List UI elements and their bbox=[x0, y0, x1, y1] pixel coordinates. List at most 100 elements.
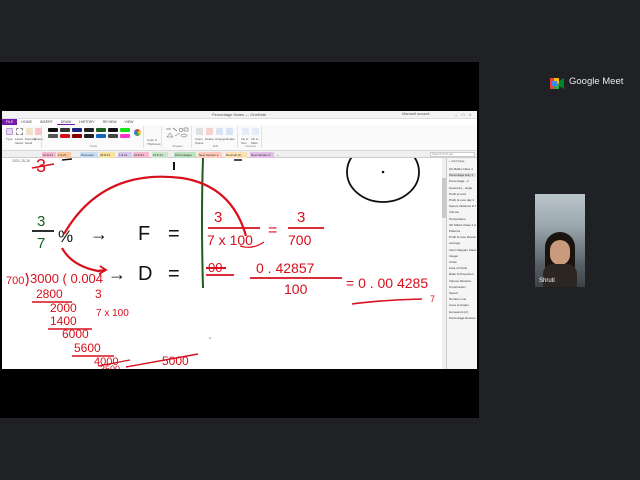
page-list-item[interactable]: Circle bbox=[449, 260, 476, 264]
page-list-item[interactable]: Patterns bbox=[449, 229, 476, 233]
account-label[interactable]: Microsoft account bbox=[402, 112, 429, 116]
pen-red-icon[interactable] bbox=[60, 134, 70, 138]
window-title: Percentage Notes — OneNote bbox=[212, 112, 267, 117]
arrow-to-d: → bbox=[108, 264, 126, 284]
pen-blue-icon[interactable] bbox=[96, 134, 106, 138]
page-list-item[interactable]: Area of Circle bbox=[449, 266, 476, 270]
page-list-item[interactable]: Speed bbox=[449, 291, 476, 295]
page-list-item[interactable]: Average bbox=[449, 241, 476, 245]
page-list-item[interactable]: Volume bbox=[449, 210, 476, 214]
stray-dot bbox=[209, 337, 211, 339]
pen-black2-icon[interactable] bbox=[108, 128, 118, 132]
pen-green-icon[interactable] bbox=[96, 128, 106, 132]
page-list-item[interactable]: Lines & Angles bbox=[449, 303, 476, 307]
d-result: = 0 . 00 4285 bbox=[346, 275, 428, 291]
division-quotient-note: 3 bbox=[95, 287, 102, 301]
page-list-item[interactable]: Gk Maths Class 4 bbox=[449, 167, 476, 171]
equals-f: = bbox=[168, 223, 180, 245]
ribbon-group-pens: Tools bbox=[44, 126, 144, 148]
shared-screen: Percentage Notes — OneNote Microsoft acc… bbox=[0, 62, 479, 418]
pen-navy-icon[interactable] bbox=[72, 128, 82, 132]
color-palette-icon[interactable] bbox=[134, 129, 141, 136]
ribbon-group-shapes: Shapes bbox=[164, 126, 192, 148]
type-label: Type bbox=[6, 137, 13, 141]
division-divisor: 700 bbox=[6, 275, 24, 287]
page-list-item[interactable]: Homework (2) bbox=[449, 310, 476, 314]
equals-d: = bbox=[168, 263, 180, 285]
handwritten-ink: 3 3 7 % → F = 3 7 x 100 = 3 700 → D = 00… bbox=[6, 158, 435, 369]
insert-space-icon[interactable] bbox=[196, 128, 203, 135]
maximize-icon[interactable]: □ bbox=[460, 112, 466, 117]
pen-black3-icon[interactable] bbox=[84, 134, 94, 138]
drawn-circle bbox=[346, 158, 420, 203]
page-list-item[interactable]: Integer bbox=[449, 254, 476, 258]
fraction-denominator: 7 bbox=[37, 235, 45, 252]
onenote-window: Percentage Notes — OneNote Microsoft acc… bbox=[2, 111, 477, 369]
page-list-item[interactable]: Temperature bbox=[449, 217, 476, 221]
division-step1: 2800 bbox=[36, 287, 63, 301]
meet-stage: Google Meet Percentage Notes — OneNote M… bbox=[0, 0, 640, 480]
hand-icon[interactable] bbox=[26, 128, 33, 135]
ribbon-group-convert: Ink to Text Ink to Math Convert bbox=[240, 126, 262, 148]
red-arc-to-decimal bbox=[61, 247, 107, 273]
pen-black-icon[interactable] bbox=[48, 128, 58, 132]
page-list-item[interactable]: Volume Revision bbox=[449, 279, 476, 283]
participant-tile[interactable]: Shruti bbox=[535, 194, 585, 287]
division-step2: 1400 bbox=[50, 314, 77, 328]
page-list-item[interactable]: Percentage Revision bbox=[449, 316, 476, 320]
lasso-icon[interactable] bbox=[16, 128, 23, 135]
add-page-button[interactable]: + Add Page bbox=[449, 159, 465, 163]
lasso-label: Lasso Select bbox=[15, 137, 24, 145]
d-result-tail: 7 bbox=[430, 294, 435, 304]
division-step3: 5600 bbox=[74, 341, 101, 355]
page-list-item[interactable]: GK Maths Class 4 (2) bbox=[449, 223, 476, 227]
page-list-item[interactable]: Percentage Day 1 bbox=[449, 173, 476, 178]
page-list-item[interactable]: Speed, Distance & Time bbox=[449, 204, 476, 208]
pen-dark-icon[interactable] bbox=[60, 128, 70, 132]
arrange-icon[interactable] bbox=[216, 128, 223, 135]
pen-darkred-icon[interactable] bbox=[72, 134, 82, 138]
division-rem1: 2000 bbox=[50, 301, 77, 315]
delete-icon[interactable] bbox=[206, 128, 213, 135]
ribbon-group-tools-left: Type Lasso Select Panning Hand Eraser bbox=[4, 126, 43, 148]
page-list-item[interactable]: Profit & Loss bbox=[449, 192, 476, 196]
minimize-icon[interactable]: – bbox=[453, 112, 459, 117]
highlighter-green-icon[interactable] bbox=[120, 128, 130, 132]
close-icon[interactable]: × bbox=[467, 112, 473, 117]
page-list-item[interactable]: Number Line bbox=[449, 297, 476, 301]
arrow-to-f: → bbox=[90, 224, 108, 244]
green-divider bbox=[201, 158, 204, 289]
shapes-gallery-icon[interactable] bbox=[165, 127, 191, 139]
division-bracket bbox=[25, 272, 29, 287]
page-list-item[interactable]: Profit & Loss day 2 bbox=[449, 198, 476, 202]
participant-name: Shruti bbox=[539, 278, 555, 284]
meet-brand-name: Google Meet bbox=[569, 76, 624, 87]
page-list-item[interactable]: Construction bbox=[449, 285, 476, 289]
ink-to-text-icon[interactable] bbox=[242, 128, 249, 135]
eraser-label: Eraser bbox=[34, 137, 43, 141]
type-cursor-icon[interactable] bbox=[6, 128, 13, 135]
pen-gray2-icon[interactable] bbox=[108, 134, 118, 138]
division-dividend: 3000 ( 0.004 bbox=[30, 271, 103, 286]
tools-group-label: Tools bbox=[89, 144, 97, 148]
label-f: F bbox=[138, 223, 150, 245]
pen-thin-icon[interactable] bbox=[84, 128, 94, 132]
page-list-item[interactable]: Percentage - 2 bbox=[449, 179, 476, 183]
page-list-item[interactable]: Ratio & Proportion bbox=[449, 272, 476, 276]
pen-gray-icon[interactable] bbox=[48, 134, 58, 138]
ink-to-math-icon[interactable] bbox=[252, 128, 259, 135]
participant-face bbox=[550, 240, 570, 265]
page-list-item[interactable]: Venn Diagram Class bbox=[449, 248, 476, 252]
page-canvas[interactable]: 2021-25-26 3 3 7 % → F = 3 7 x 100 = 3 7… bbox=[2, 158, 446, 369]
division-rem2: 6000 bbox=[62, 327, 89, 341]
highlighter-pink-icon[interactable] bbox=[120, 134, 130, 138]
rotate-icon[interactable] bbox=[226, 128, 233, 135]
page-list-item[interactable]: Geometry - angle bbox=[449, 186, 476, 190]
delete-label: Delete bbox=[205, 137, 214, 141]
search-input[interactable]: Search (Ctrl+E) bbox=[430, 152, 475, 157]
meet-camera-icon bbox=[550, 76, 564, 89]
page-list-item[interactable]: Profit & Loss Revision bbox=[449, 235, 476, 239]
color-thickness-label: Color & Thickness bbox=[147, 138, 161, 146]
arrange-label: Arrange bbox=[215, 137, 226, 141]
eraser-icon[interactable] bbox=[35, 128, 42, 135]
